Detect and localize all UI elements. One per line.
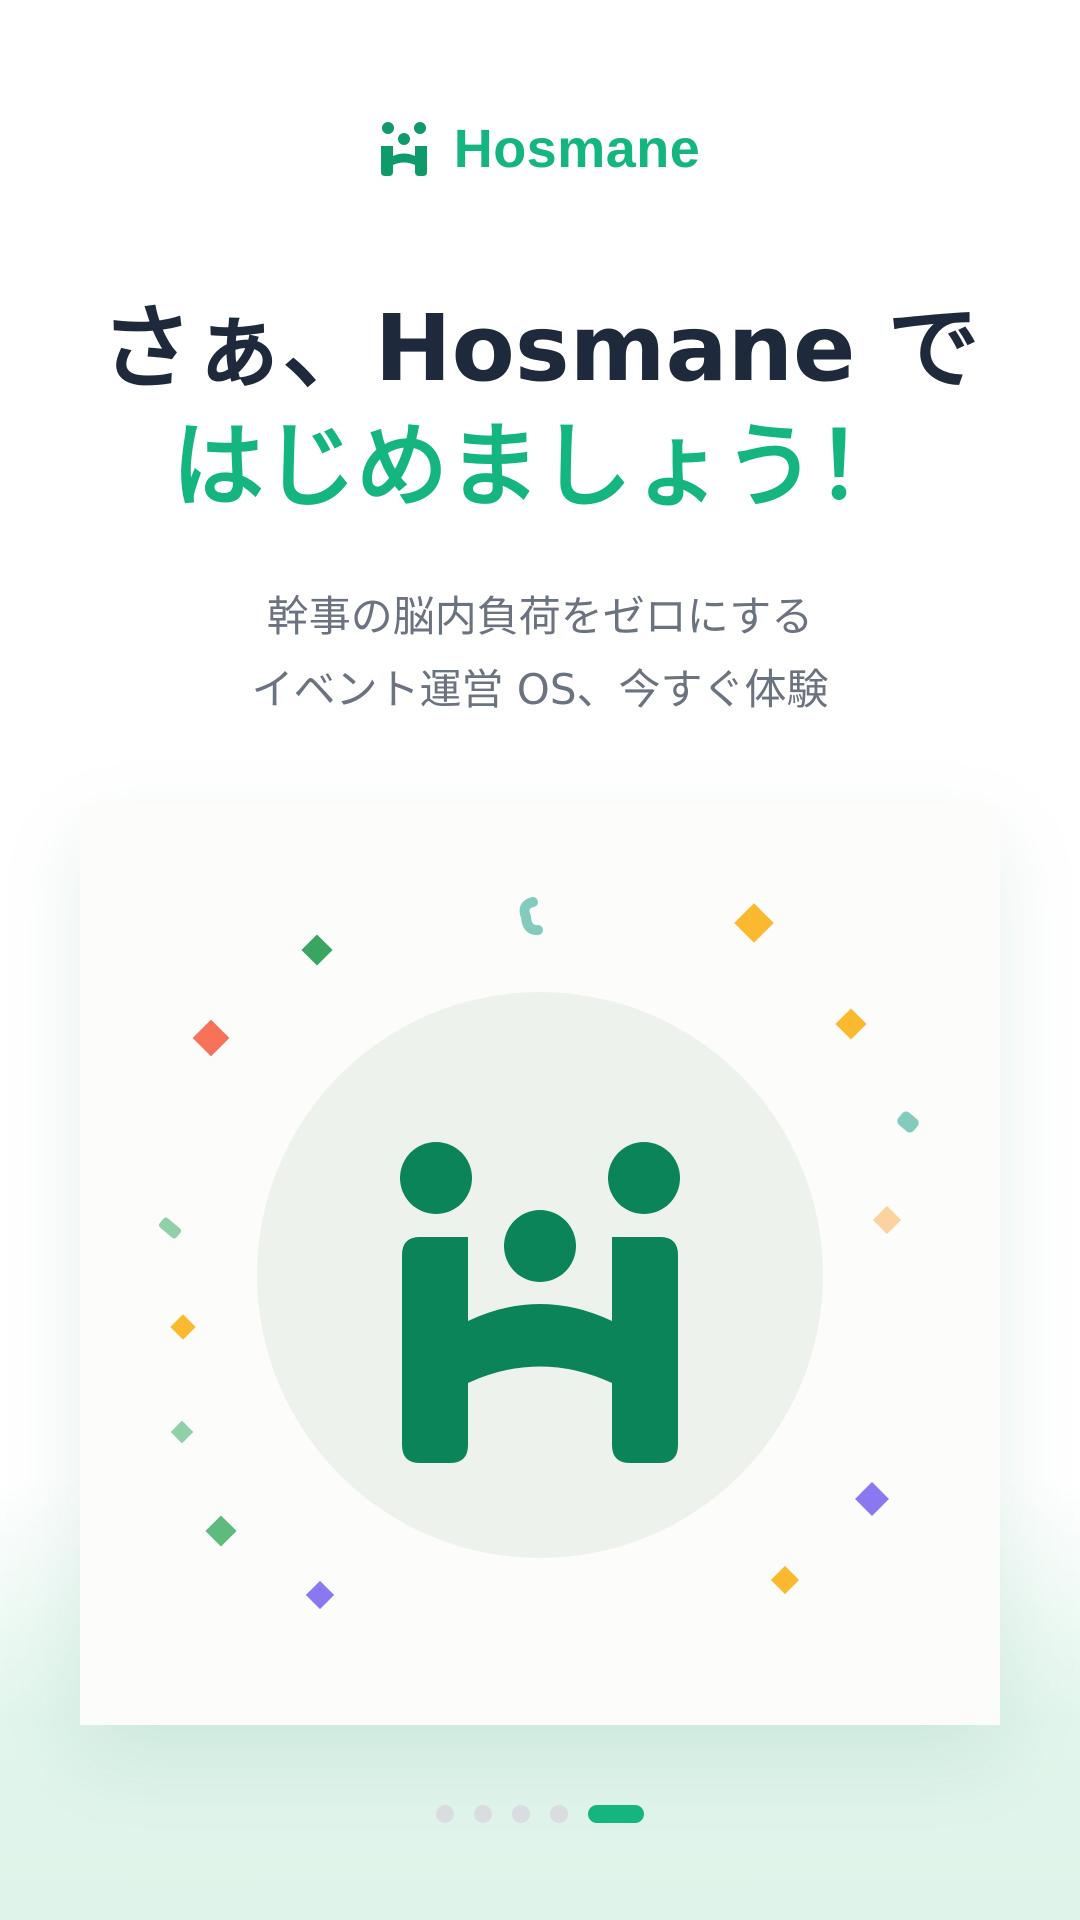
confetti-piece — [301, 934, 333, 966]
confetti-curl — [519, 897, 543, 936]
celebration-logo-illustration — [158, 897, 919, 1610]
confetti-piece — [158, 1217, 182, 1239]
confetti-piece — [734, 903, 774, 943]
confetti-piece — [872, 1205, 902, 1235]
page-indicator-2[interactable] — [474, 1805, 492, 1823]
confetti-piece — [897, 1111, 919, 1133]
headline-line-2: はじめましょう！ — [171, 413, 908, 520]
confetti-piece — [835, 1008, 867, 1040]
confetti-piece — [855, 1482, 889, 1516]
headline: さぁ、Hosmane で はじめましょう！ — [0, 290, 1080, 526]
pagination-dots — [0, 1805, 1080, 1823]
subtitle: 幹事の脳内負荷をゼロにする イベント運営 OS、今すぐ体験 — [0, 580, 1080, 726]
page-indicator-3[interactable] — [512, 1805, 530, 1823]
confetti-piece — [192, 1019, 230, 1057]
confetti-piece — [170, 1420, 194, 1444]
page-indicator-4[interactable] — [550, 1805, 568, 1823]
headline-line-1: さぁ、Hosmane で — [100, 295, 980, 402]
subtitle-line-2: イベント運営 OS、今すぐ体験 — [251, 665, 829, 714]
confetti-piece — [770, 1565, 800, 1595]
confetti-piece — [305, 1580, 335, 1610]
brand-header: Hosmane — [0, 118, 1080, 180]
illustration-card — [80, 805, 1000, 1725]
page-indicator-1[interactable] — [436, 1805, 454, 1823]
page-indicator-5-active[interactable] — [588, 1805, 644, 1823]
hosmane-logo-icon — [380, 122, 427, 176]
brand-name: Hosmane — [453, 119, 701, 179]
confetti-piece — [205, 1515, 237, 1547]
subtitle-line-1: 幹事の脳内負荷をゼロにする — [266, 592, 814, 641]
confetti-piece — [170, 1314, 196, 1340]
